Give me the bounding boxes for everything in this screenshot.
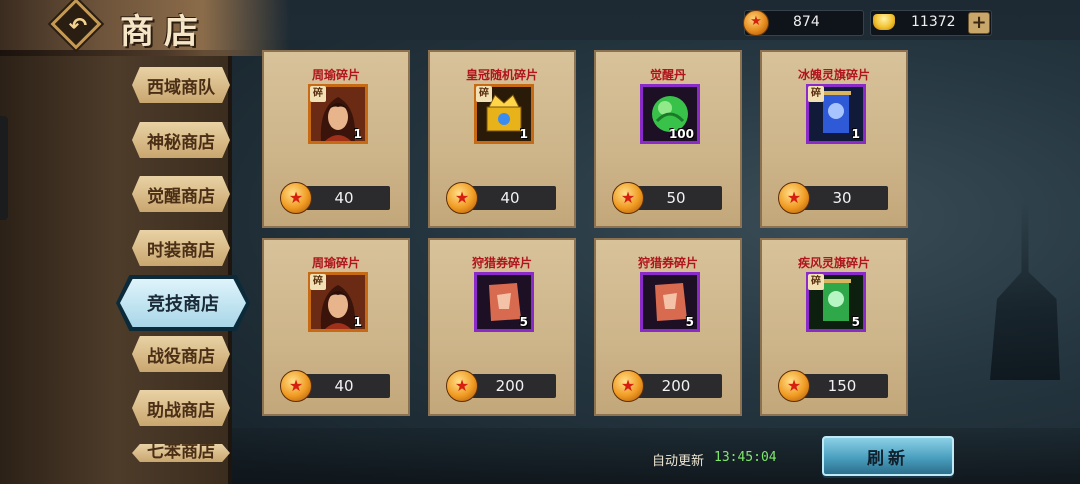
coin-balance-value: 874	[793, 14, 820, 30]
fragment-badge: 碎	[808, 274, 824, 290]
refresh-button[interactable]: 刷新	[822, 436, 954, 476]
coin-icon	[612, 182, 644, 214]
tab-support-shop[interactable]: 助战商店	[132, 390, 230, 426]
fragment-badge: 碎	[310, 86, 326, 102]
item-icon-frame[interactable]: 碎5	[806, 272, 866, 332]
tab-awaken-shop[interactable]: 觉醒商店	[132, 176, 230, 212]
item-quantity: 5	[685, 315, 694, 329]
coin-icon	[446, 182, 478, 214]
shop-item-card[interactable]: 周瑜碎片碎 1 40	[262, 50, 410, 228]
auto-refresh-time: 13:45:04	[714, 450, 777, 465]
add-currency-button[interactable]: +	[968, 12, 990, 34]
item-icon-frame[interactable]: 碎1	[308, 84, 368, 144]
item-quantity: 100	[668, 127, 694, 141]
item-name: 周瑜碎片	[311, 256, 360, 270]
item-quantity: 1	[353, 127, 362, 141]
coin-icon	[743, 10, 769, 36]
auto-refresh-label: 自动更新	[652, 454, 705, 469]
tab-arena-shop[interactable]: 竞技商店	[120, 279, 246, 327]
tab-western-caravan[interactable]: 西域商队	[132, 67, 230, 103]
scroll-indicator[interactable]	[0, 116, 8, 220]
shop-item-card[interactable]: 冰魄灵旗碎片碎 1 30	[760, 50, 908, 228]
tab-mystery-shop[interactable]: 神秘商店	[132, 122, 230, 158]
item-icon-frame[interactable]: 5	[474, 272, 534, 332]
item-name: 狩猎券碎片	[471, 256, 532, 270]
item-name: 皇冠随机碎片	[465, 68, 538, 82]
coin-icon	[612, 370, 644, 402]
gold-ingot-icon	[873, 14, 895, 30]
item-icon-frame[interactable]: 碎1	[474, 84, 534, 144]
item-icon-frame[interactable]: 5	[640, 272, 700, 332]
item-icon-frame[interactable]: 碎1	[308, 272, 368, 332]
item-name: 狩猎券碎片	[637, 256, 698, 270]
shop-item-card[interactable]: 皇冠随机碎片碎 1 40	[428, 50, 576, 228]
page-title: 商店	[120, 12, 208, 52]
shop-item-card[interactable]: 狩猎券碎片 5 200	[594, 238, 742, 416]
fragment-badge: 碎	[476, 86, 492, 102]
coin-balance: 874	[743, 10, 864, 36]
shop-item-card[interactable]: 狩猎券碎片 5 200	[428, 238, 576, 416]
item-name: 疾风灵旗碎片	[797, 256, 870, 270]
coin-icon	[778, 370, 810, 402]
item-name: 周瑜碎片	[311, 68, 360, 82]
item-quantity: 1	[353, 315, 362, 329]
shop-item-card[interactable]: 疾风灵旗碎片碎 5 150	[760, 238, 908, 416]
item-quantity: 1	[851, 127, 860, 141]
fragment-badge: 碎	[310, 274, 326, 290]
tab-partial-shop[interactable]: 七苯商店	[132, 444, 230, 462]
shop-item-card[interactable]: 周瑜碎片碎 1 40	[262, 238, 410, 416]
item-name: 冰魄灵旗碎片	[797, 68, 870, 82]
coin-icon	[280, 370, 312, 402]
ingot-balance: 11372 +	[870, 10, 992, 36]
shop-item-card[interactable]: 觉醒丹 100 50	[594, 50, 742, 228]
tab-campaign-shop[interactable]: 战役商店	[132, 336, 230, 372]
item-quantity: 5	[519, 315, 528, 329]
item-icon-frame[interactable]: 100	[640, 84, 700, 144]
item-icon-frame[interactable]: 碎1	[806, 84, 866, 144]
back-arrow-icon[interactable]: ↶	[60, 8, 96, 44]
coin-icon	[778, 182, 810, 214]
fragment-badge: 碎	[808, 86, 824, 102]
item-name: 觉醒丹	[649, 68, 686, 82]
item-quantity: 5	[851, 315, 860, 329]
coin-icon	[446, 370, 478, 402]
ingot-balance-value: 11372	[911, 14, 956, 30]
coin-icon	[280, 182, 312, 214]
tab-fashion-shop[interactable]: 时装商店	[132, 230, 230, 266]
item-quantity: 1	[519, 127, 528, 141]
